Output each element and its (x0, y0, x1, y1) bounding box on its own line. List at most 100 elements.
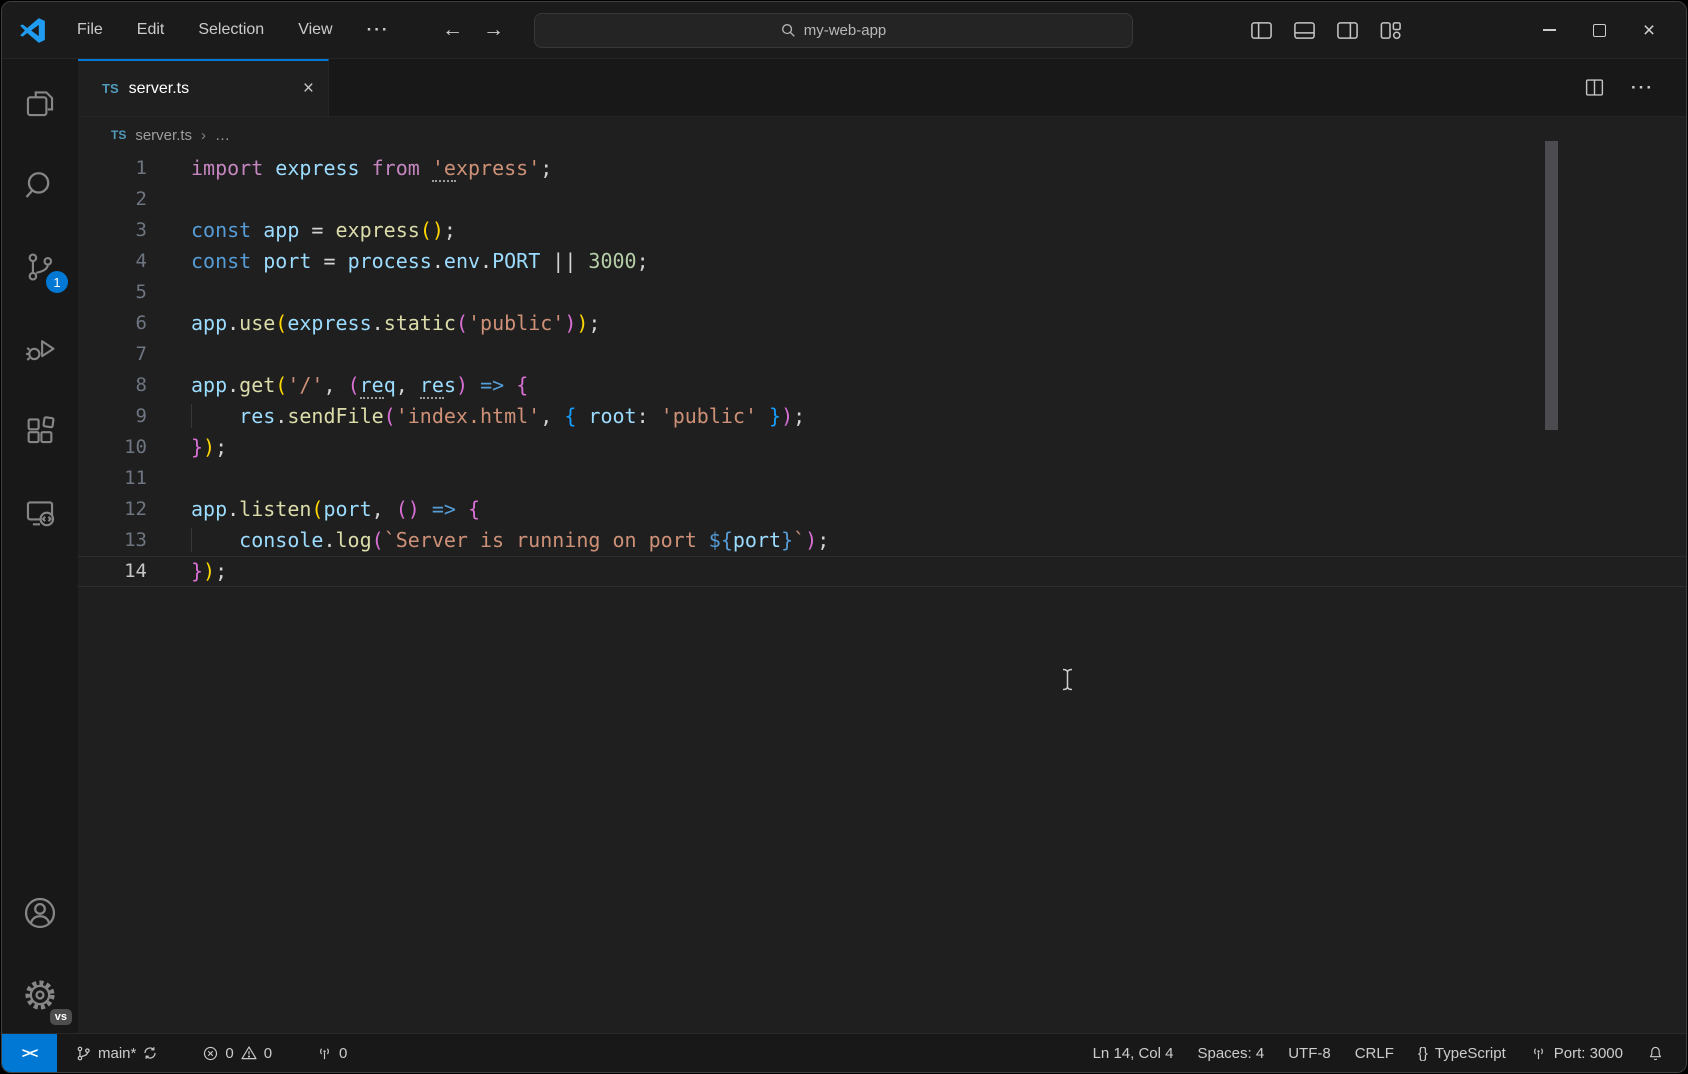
back-arrow-icon[interactable]: ← (442, 18, 463, 42)
code-text: const port = process.env.PORT || 3000; (147, 249, 649, 273)
code-text: }); (147, 559, 227, 583)
code-line-3[interactable]: 3const app = express(); (78, 215, 1686, 246)
eol-value: CRLF (1355, 1045, 1394, 1062)
scm-changes-badge: 1 (46, 271, 68, 293)
ports-status[interactable]: 0 (312, 1045, 351, 1062)
line-number[interactable]: 1 (78, 153, 147, 184)
line-number[interactable]: 2 (78, 184, 147, 215)
breadcrumb-chevron-icon: › (201, 127, 206, 144)
breadcrumb-ts-icon: TS (111, 128, 126, 142)
line-number[interactable]: 4 (78, 246, 147, 277)
remote-indicator[interactable]: >< (2, 1034, 57, 1072)
forward-arrow-icon[interactable]: → (483, 18, 504, 42)
language-mode[interactable]: {} TypeScript (1412, 1045, 1512, 1062)
cursor-position[interactable]: Ln 14, Col 4 (1087, 1045, 1180, 1062)
code-line-8[interactable]: 8app.get('/', (req, res) => { (78, 370, 1686, 401)
remote-icon: >< (22, 1045, 38, 1062)
code-line-4[interactable]: 4const port = process.env.PORT || 3000; (78, 246, 1686, 277)
toggle-secondary-sidebar-icon[interactable] (1336, 19, 1359, 42)
tab-server-ts[interactable]: TS server.ts × (78, 59, 329, 116)
notifications[interactable] (1641, 1045, 1670, 1062)
line-number[interactable]: 10 (78, 432, 147, 463)
close-button[interactable]: × (1624, 2, 1674, 58)
editor-more-actions-icon[interactable]: ··· (1631, 78, 1654, 98)
code-line-12[interactable]: 12app.listen(port, () => { (78, 494, 1686, 525)
code-line-14[interactable]: 14}); (78, 556, 1686, 587)
customize-layout-icon[interactable] (1379, 19, 1402, 42)
line-number[interactable]: 14 (78, 556, 147, 587)
search-view-icon[interactable] (16, 161, 64, 209)
line-number[interactable]: 3 (78, 215, 147, 246)
branch-name: main* (98, 1045, 136, 1062)
warning-icon (240, 1044, 258, 1062)
encoding-value: UTF-8 (1288, 1045, 1331, 1062)
braces-icon: {} (1418, 1045, 1428, 1062)
search-value: my-web-app (804, 22, 887, 39)
warning-count: 0 (264, 1045, 272, 1062)
line-number[interactable]: 13 (78, 525, 147, 556)
explorer-icon[interactable] (16, 79, 64, 127)
menu-file[interactable]: File (60, 15, 120, 45)
toggle-panel-icon[interactable] (1293, 19, 1316, 42)
encoding[interactable]: UTF-8 (1282, 1045, 1337, 1062)
search-icon (781, 23, 796, 38)
code-line-13[interactable]: 13 console.log(`Server is running on por… (78, 525, 1686, 556)
error-icon (202, 1045, 219, 1062)
window-controls: × (1524, 2, 1674, 58)
code-text: app.use(express.static('public')); (147, 311, 600, 335)
code-line-10[interactable]: 10}); (78, 432, 1686, 463)
line-number[interactable]: 5 (78, 277, 147, 308)
menu-bar: File Edit Selection View ··· (60, 2, 407, 58)
source-control-icon[interactable]: 1 (16, 243, 64, 291)
editor-scrollbar-thumb[interactable] (1545, 141, 1558, 430)
toggle-sidebar-icon[interactable] (1250, 19, 1273, 42)
command-center-search[interactable]: my-web-app (534, 13, 1133, 48)
radio-tower-icon (316, 1045, 333, 1062)
code-editor[interactable]: 1import express from 'express';23const a… (78, 153, 1686, 1033)
code-line-5[interactable]: 5 (78, 277, 1686, 308)
indentation[interactable]: Spaces: 4 (1191, 1045, 1270, 1062)
line-number[interactable]: 8 (78, 370, 147, 401)
bell-icon (1647, 1045, 1664, 1062)
menu-view[interactable]: View (281, 15, 349, 45)
tab-close-icon[interactable]: × (303, 79, 314, 98)
forwarded-port[interactable]: Port: 3000 (1524, 1045, 1629, 1062)
breadcrumb-symbol-more[interactable]: … (215, 127, 230, 144)
problems-status[interactable]: 0 0 (198, 1044, 276, 1062)
split-editor-icon[interactable] (1584, 77, 1605, 98)
activity-bar: 1 (2, 59, 78, 1033)
code-text: app.get('/', (req, res) => { (147, 373, 528, 397)
remote-explorer-icon[interactable] (16, 489, 64, 537)
code-line-6[interactable]: 6app.use(express.static('public')); (78, 308, 1686, 339)
code-line-11[interactable]: 11 (78, 463, 1686, 494)
line-number[interactable]: 6 (78, 308, 147, 339)
extensions-icon[interactable] (16, 407, 64, 455)
breadcrumb: TS server.ts › … (78, 117, 1686, 153)
code-line-9[interactable]: 9 res.sendFile('index.html', { root: 'pu… (78, 401, 1686, 432)
code-line-1[interactable]: 1import express from 'express'; (78, 153, 1686, 184)
line-number[interactable]: 7 (78, 339, 147, 370)
run-debug-icon[interactable] (16, 325, 64, 373)
code-line-2[interactable]: 2 (78, 184, 1686, 215)
close-icon: × (1643, 20, 1655, 41)
menu-more-icon[interactable]: ··· (350, 14, 407, 46)
menu-edit[interactable]: Edit (120, 15, 182, 45)
language-value: TypeScript (1435, 1045, 1506, 1062)
breadcrumb-file[interactable]: server.ts (135, 127, 192, 144)
code-text: }); (147, 435, 227, 459)
eol-sequence[interactable]: CRLF (1349, 1045, 1400, 1062)
vscode-logo-icon (19, 17, 46, 44)
settings-gear-icon[interactable]: vs (16, 971, 64, 1019)
line-number[interactable]: 12 (78, 494, 147, 525)
menu-selection[interactable]: Selection (181, 15, 281, 45)
minimize-icon (1543, 29, 1556, 31)
minimize-button[interactable] (1524, 2, 1574, 58)
line-number[interactable]: 11 (78, 463, 147, 494)
code-text: console.log(`Server is running on port $… (147, 528, 829, 552)
maximize-button[interactable] (1574, 2, 1624, 58)
branch-status[interactable]: main* (71, 1045, 162, 1062)
line-number[interactable]: 9 (78, 401, 147, 432)
accounts-icon[interactable] (16, 889, 64, 937)
code-line-7[interactable]: 7 (78, 339, 1686, 370)
git-branch-icon (75, 1045, 92, 1062)
